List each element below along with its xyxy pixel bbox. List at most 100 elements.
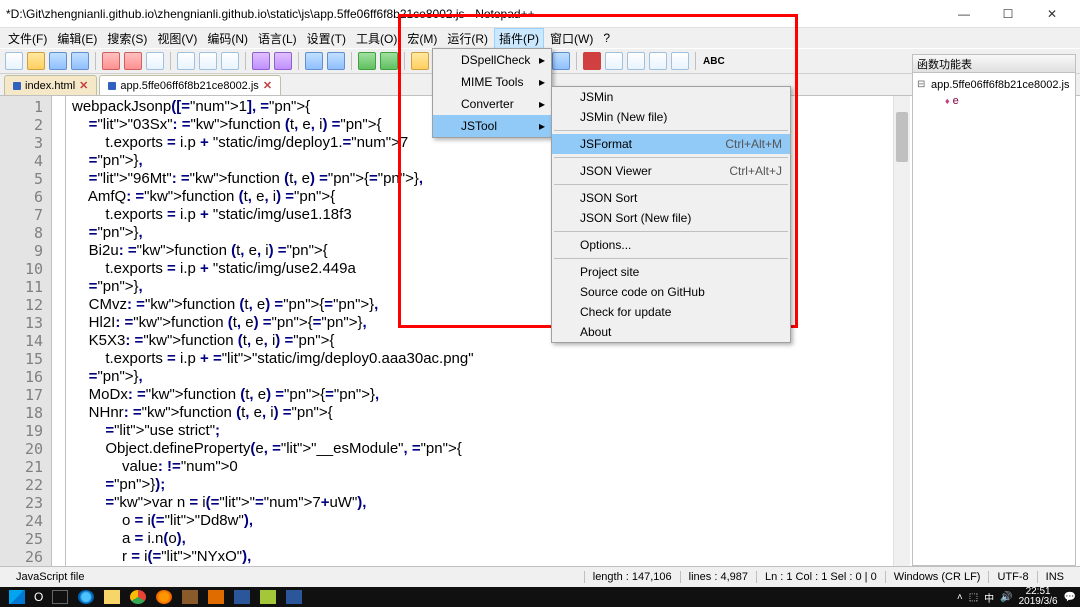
menu-bar: 文件(F)编辑(E)搜索(S)视图(V)编码(N)语言(L)设置(T)工具(O)… xyxy=(0,28,1080,48)
menu-item-jsmin[interactable]: JSMin xyxy=(552,87,790,107)
app-icon[interactable] xyxy=(182,590,198,604)
replace-icon[interactable] xyxy=(327,52,345,70)
zoom-in-icon[interactable] xyxy=(358,52,376,70)
menu-编辑[interactable]: 编辑(E) xyxy=(53,29,101,48)
record-macro-icon[interactable] xyxy=(583,52,601,70)
menu-item-check-for-update[interactable]: Check for update xyxy=(552,302,790,322)
menu-语言[interactable]: 语言(L) xyxy=(254,29,301,48)
toolbar-sep xyxy=(695,52,696,70)
menu-文件[interactable]: 文件(F) xyxy=(4,29,51,48)
play-macro-icon[interactable] xyxy=(627,52,645,70)
maximize-button[interactable]: ☐ xyxy=(986,2,1030,26)
firefox-icon[interactable] xyxy=(156,590,172,604)
tree-root[interactable]: app.5ffe06ff6f8b21ce8002.js xyxy=(917,77,1071,93)
start-button-icon[interactable] xyxy=(9,590,25,604)
print-icon[interactable] xyxy=(146,52,164,70)
menu-separator xyxy=(554,231,788,232)
menu-item-jsformat[interactable]: JSFormatCtrl+Alt+M xyxy=(552,134,790,154)
menu-item-json-viewer[interactable]: JSON ViewerCtrl+Alt+J xyxy=(552,161,790,181)
wordwrap-icon[interactable] xyxy=(411,52,429,70)
close-button[interactable]: ✕ xyxy=(1030,2,1074,26)
menu-item-json-sort-new-file-[interactable]: JSON Sort (New file) xyxy=(552,208,790,228)
menu-item-options-[interactable]: Options... xyxy=(552,235,790,255)
menu-item-jsmin-new-file-[interactable]: JSMin (New file) xyxy=(552,107,790,127)
menu-?[interactable]: ? xyxy=(599,30,614,46)
undo-icon[interactable] xyxy=(252,52,270,70)
fold-margin[interactable] xyxy=(52,96,66,566)
toolbar-sep xyxy=(404,52,405,70)
save-all-icon[interactable] xyxy=(71,52,89,70)
close-file-icon[interactable] xyxy=(102,52,120,70)
copy-icon[interactable] xyxy=(199,52,217,70)
tray-ime-icon[interactable]: 中 xyxy=(984,590,994,605)
close-all-icon[interactable] xyxy=(124,52,142,70)
document-tab[interactable]: app.5ffe06ff6f8b21ce8002.js ✕ xyxy=(99,75,281,95)
menu-窗口[interactable]: 窗口(W) xyxy=(546,29,597,48)
status-lines: lines : 4,987 xyxy=(680,571,756,583)
menu-设置[interactable]: 设置(T) xyxy=(303,29,350,48)
chrome-icon[interactable] xyxy=(130,590,146,604)
menu-item-json-sort[interactable]: JSON Sort xyxy=(552,188,790,208)
search-icon[interactable]: O xyxy=(34,590,43,604)
save-macro-icon[interactable] xyxy=(671,52,689,70)
menu-运行[interactable]: 运行(R) xyxy=(443,29,492,48)
menu-工具[interactable]: 工具(O) xyxy=(352,29,401,48)
find-icon[interactable] xyxy=(305,52,323,70)
tree-leaf[interactable]: e xyxy=(917,93,1071,109)
vertical-scrollbar[interactable] xyxy=(893,96,910,566)
status-eol[interactable]: Windows (CR LF) xyxy=(885,571,989,583)
open-file-icon[interactable] xyxy=(27,52,45,70)
plugins-menu: DSpellCheck▸MIME Tools▸Converter▸JSTool▸ xyxy=(432,48,552,138)
minimize-button[interactable]: — xyxy=(942,2,986,26)
save-icon[interactable] xyxy=(49,52,67,70)
app-icon[interactable] xyxy=(234,590,250,604)
bookmark-icon[interactable] xyxy=(552,52,570,70)
menu-item-jstool[interactable]: JSTool▸ xyxy=(433,115,551,137)
menu-item-dspellcheck[interactable]: DSpellCheck▸ xyxy=(433,49,551,71)
menu-separator xyxy=(554,258,788,259)
tray-notifications-icon[interactable]: 💬 xyxy=(1064,592,1076,603)
tab-close-icon[interactable]: ✕ xyxy=(263,79,272,92)
tab-label: index.html xyxy=(25,80,75,92)
line-number-gutter: 1234567891011121314151617181920212223242… xyxy=(0,96,52,566)
toolbar-sep xyxy=(245,52,246,70)
status-encoding[interactable]: UTF-8 xyxy=(988,571,1036,583)
tray-volume-icon[interactable]: 🔊 xyxy=(1000,592,1012,603)
scrollbar-thumb[interactable] xyxy=(896,112,908,162)
menu-item-project-site[interactable]: Project site xyxy=(552,262,790,282)
spellcheck-icon[interactable]: ABC xyxy=(703,56,725,67)
app-icon[interactable] xyxy=(286,590,302,604)
status-insert-mode[interactable]: INS xyxy=(1037,571,1072,583)
menu-视图[interactable]: 视图(V) xyxy=(153,29,201,48)
status-file-type: JavaScript file xyxy=(8,571,92,583)
file-explorer-icon[interactable] xyxy=(104,590,120,604)
notepadpp-icon[interactable] xyxy=(260,590,276,604)
tray-clock[interactable]: 22:512019/3/6 xyxy=(1019,587,1058,607)
menu-插件[interactable]: 插件(P) xyxy=(494,28,544,49)
tab-close-icon[interactable]: ✕ xyxy=(79,79,88,92)
paste-icon[interactable] xyxy=(221,52,239,70)
tray-up-icon[interactable]: ˄ xyxy=(957,592,963,603)
menu-编码[interactable]: 编码(N) xyxy=(203,29,252,48)
status-bar: JavaScript file length : 147,106 lines :… xyxy=(0,566,1080,587)
menu-item-converter[interactable]: Converter▸ xyxy=(433,93,551,115)
panel-body: app.5ffe06ff6f8b21ce8002.js e xyxy=(913,73,1075,113)
menu-item-mime-tools[interactable]: MIME Tools▸ xyxy=(433,71,551,93)
new-file-icon[interactable] xyxy=(5,52,23,70)
app-icon[interactable] xyxy=(208,590,224,604)
menu-item-about[interactable]: About xyxy=(552,322,790,342)
tray-network-icon[interactable]: ⬚ xyxy=(969,592,978,603)
menu-搜索[interactable]: 搜索(S) xyxy=(103,29,151,48)
stop-macro-icon[interactable] xyxy=(605,52,623,70)
task-view-icon[interactable] xyxy=(52,590,68,604)
menu-item-source-code-on-github[interactable]: Source code on GitHub xyxy=(552,282,790,302)
document-tab[interactable]: index.html ✕ xyxy=(4,75,97,95)
redo-icon[interactable] xyxy=(274,52,292,70)
tab-label: app.5ffe06ff6f8b21ce8002.js xyxy=(120,80,258,92)
browser-icon[interactable] xyxy=(78,590,94,604)
cut-icon[interactable] xyxy=(177,52,195,70)
zoom-out-icon[interactable] xyxy=(380,52,398,70)
run-macro-icon[interactable] xyxy=(649,52,667,70)
menu-宏[interactable]: 宏(M) xyxy=(403,29,441,48)
file-icon xyxy=(108,82,116,90)
